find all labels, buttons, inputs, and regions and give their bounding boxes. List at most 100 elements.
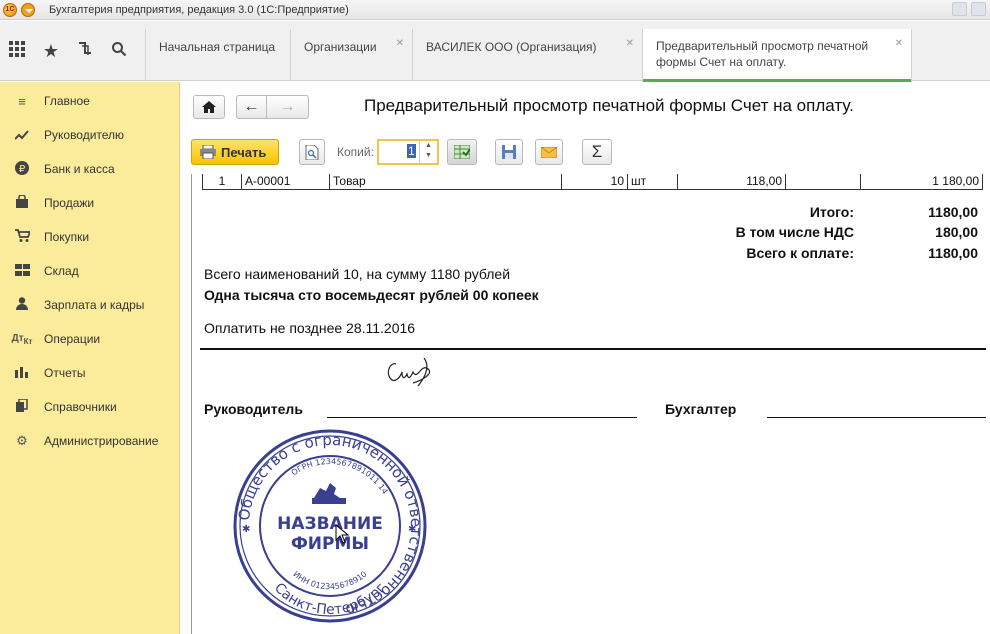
sidebar-item-label: Справочники (44, 400, 117, 414)
sidebar-item-label: Операции (44, 332, 101, 346)
cell-num: 1 (218, 174, 226, 188)
sidebar-item-warehouse[interactable]: Склад (0, 254, 179, 288)
sidebar-item-bank[interactable]: ₽ Банк и касса (0, 152, 179, 186)
mouse-cursor-icon (335, 524, 349, 544)
bar-chart-icon (0, 366, 44, 381)
stamp-inn-path: ИНН 012345678910 (291, 569, 368, 591)
settings-button[interactable] (447, 139, 477, 165)
forward-button[interactable]: → (266, 95, 309, 119)
window-title: Бухгалтерия предприятия, редакция 3.0 (1… (49, 3, 349, 16)
print-button[interactable]: Печать (191, 139, 279, 165)
preview-button[interactable] (299, 139, 325, 165)
company-stamp: Общество с ограниченной ответственностью… (233, 429, 427, 623)
sum-button[interactable]: Σ (582, 139, 612, 165)
tabs-bar: ★ Начальная страница Организации ✕ ВАСИЛ… (0, 21, 990, 82)
cell-qty: 10 (561, 174, 627, 189)
cell-price: 118,00 (677, 174, 785, 189)
pay-by-text: Оплатить не позднее 28.11.2016 (204, 320, 416, 336)
sidebar-item-director[interactable]: Руководителю (0, 118, 179, 152)
close-icon[interactable]: ✕ (396, 38, 404, 49)
main-menu-icon[interactable] (21, 2, 35, 17)
main-content: ← → Предварительный просмотр печатной фо… (181, 82, 990, 634)
menu-icon: ≡ (18, 93, 26, 109)
person-icon (0, 297, 44, 313)
copies-label: Копий: (337, 145, 374, 159)
sidebar-item-label: Склад (44, 264, 79, 278)
tab-organization-vasilek[interactable]: ВАСИЛЕК ООО (Организация) ✕ (412, 29, 642, 81)
arrow-right-icon: → (279, 98, 296, 115)
quick-access: ★ (0, 21, 145, 81)
sidebar-item-label: Руководителю (44, 128, 125, 142)
sidebar-item-label: Банк и касса (44, 162, 115, 176)
tab-label: Организации (304, 40, 377, 54)
director-label: Руководитель (204, 401, 303, 417)
books-icon (0, 398, 44, 415)
totals-value: 1180,00 (928, 204, 978, 220)
copies-spinner[interactable]: ▲ ▼ (419, 141, 437, 163)
tab-home[interactable]: Начальная страница (145, 29, 290, 81)
sidebar-item-label: Главное (44, 94, 90, 108)
tab-label: ВАСИЛЕК ООО (Организация) (426, 40, 597, 54)
trend-icon (0, 128, 44, 143)
svg-text:₽: ₽ (19, 164, 26, 175)
tab-organizations[interactable]: Организации ✕ (290, 29, 412, 81)
sidebar-item-reports[interactable]: Отчеты (0, 356, 179, 390)
cell-name: Товар (329, 174, 561, 189)
totals-label: Всего к оплате: (746, 245, 854, 261)
separator-line (200, 348, 986, 350)
home-icon (202, 101, 216, 113)
window-controls (952, 2, 986, 16)
cell-unit: шт (627, 174, 677, 189)
copies-input[interactable]: 1 ▲ ▼ (377, 139, 439, 165)
gear-icon: ⚙ (16, 433, 28, 448)
window-control-icon[interactable] (971, 2, 986, 16)
operations-icon: ДтКт (11, 332, 33, 346)
floppy-disk-icon (502, 145, 516, 159)
page-search-icon (305, 144, 319, 160)
window-control-icon[interactable] (952, 2, 967, 16)
search-icon[interactable] (102, 41, 136, 62)
stamp-star-left: ✱ (242, 524, 250, 535)
close-icon[interactable]: ✕ (895, 38, 903, 49)
totals-label: Итого: (809, 204, 854, 220)
favorites-star-icon[interactable]: ★ (34, 41, 68, 62)
tab-print-preview[interactable]: Предварительный просмотр печатной формы … (642, 29, 912, 82)
sigma-icon: Σ (591, 142, 603, 161)
sidebar-item-sales[interactable]: Продажи (0, 186, 179, 220)
back-button[interactable]: ← (236, 95, 267, 119)
table-settings-icon (454, 145, 470, 159)
copies-value: 1 (407, 144, 416, 158)
stamp-name-line1: НАЗВАНИЕ (277, 514, 383, 534)
signature-image (387, 357, 431, 387)
stamp-star-right: ✱ (408, 524, 416, 535)
director-signature-line (327, 417, 637, 418)
sidebar-item-purchases[interactable]: Покупки (0, 220, 179, 254)
accountant-signature-line (767, 417, 986, 418)
apps-grid-icon[interactable] (0, 40, 34, 62)
print-preview-document: 1 А-00001 Товар 10 шт 118,00 1 180,00 Ит… (191, 174, 990, 634)
app-logo-icon: 1С (3, 2, 17, 17)
sidebar-item-label: Продажи (44, 196, 95, 210)
sidebar-item-catalogs[interactable]: Справочники (0, 390, 179, 424)
send-email-button[interactable] (535, 139, 563, 165)
close-icon[interactable]: ✕ (626, 38, 634, 49)
sidebar-item-main[interactable]: ≡ Главное (0, 84, 179, 118)
sidebar-item-administration[interactable]: ⚙ Администрирование (0, 424, 179, 458)
table-row: 1 А-00001 Товар 10 шт 118,00 1 180,00 (202, 174, 983, 190)
accountant-label: Бухгалтер (665, 401, 737, 417)
sidebar-item-label: Зарплата и кадры (44, 298, 145, 312)
sidebar-item-label: Покупки (44, 230, 90, 244)
stamp-name-line2: ФИРМЫ (291, 534, 369, 554)
history-icon[interactable] (68, 41, 102, 62)
home-button[interactable] (193, 95, 225, 119)
stamp-inn-text: ИНН 012345678910 (291, 569, 368, 591)
summary-text: Всего наименований 10, на сумму 1180 руб… (204, 266, 511, 282)
cell-sum: 1 180,00 (860, 174, 982, 189)
sidebar-item-operations[interactable]: ДтКт Операции (0, 322, 179, 356)
cart-icon (0, 229, 44, 245)
ruble-icon: ₽ (0, 160, 44, 178)
sidebar: ≡ Главное Руководителю ₽ Банк и касса Пр… (0, 82, 180, 634)
sidebar-item-salary[interactable]: Зарплата и кадры (0, 288, 179, 322)
cell-code: А-00001 (241, 174, 329, 189)
save-button[interactable] (495, 139, 523, 165)
